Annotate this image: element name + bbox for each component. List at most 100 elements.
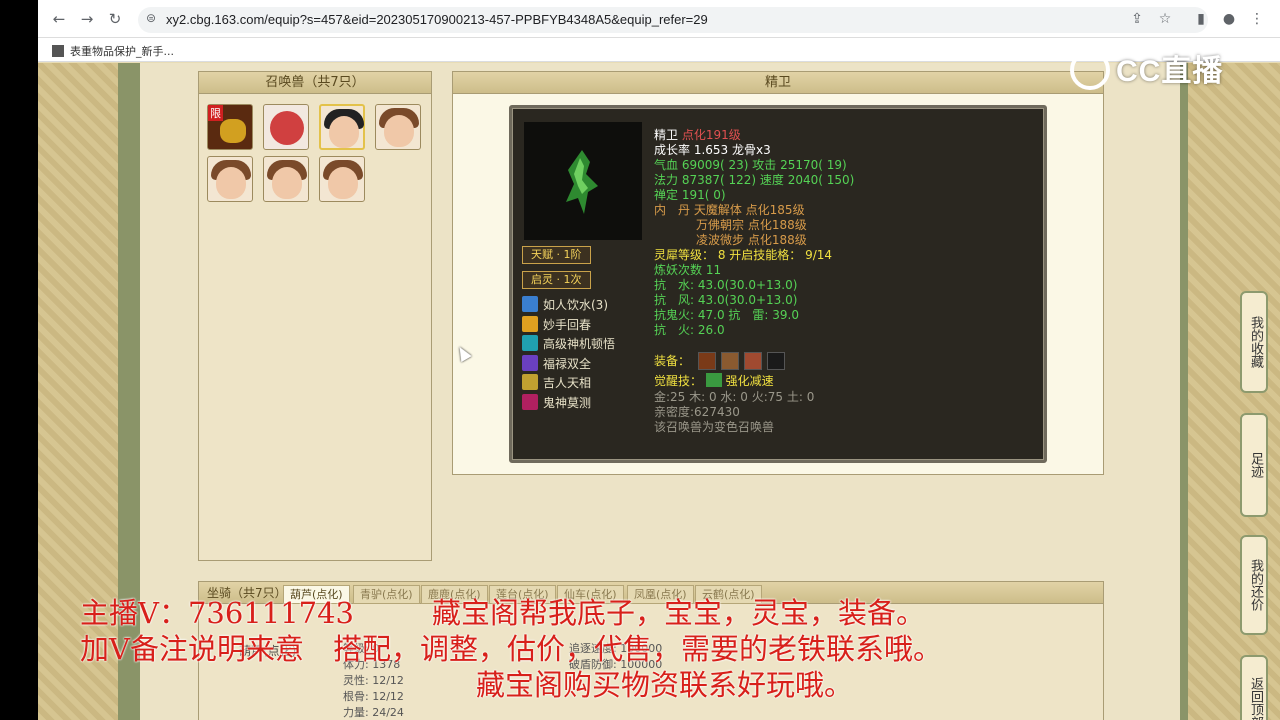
awaken-skill-icon: [705, 373, 722, 387]
menu-icon[interactable]: ⋮: [1248, 10, 1266, 28]
face-icon: [328, 167, 358, 199]
equip-label: 装备：: [654, 354, 691, 368]
equip-collar-icon[interactable]: [744, 352, 763, 370]
overlay-line3: 藏宝阁购买物资联系好玩哦。: [476, 668, 854, 702]
mp-spd-line: 法力 87387( 122) 速度 2040( 150): [654, 173, 854, 188]
skill-icon: [522, 354, 538, 371]
qiling-badge: 启灵 · 1次: [522, 271, 591, 289]
share-icon[interactable]: ⇪: [1128, 10, 1146, 28]
five-elements-line: 金:25 木: 0 水: 0 火:75 土: 0: [654, 390, 815, 404]
overlay-line1: 藏宝阁帮我底子，宝宝，灵宝，装备。: [432, 596, 926, 630]
skill-label: 吉人天相: [543, 376, 592, 391]
pet-thumb[interactable]: [207, 156, 253, 202]
forward-icon[interactable]: →: [78, 10, 96, 28]
hp-value: 气血 69009( 23): [654, 158, 749, 172]
pet-info-card: 天赋 · 1阶 启灵 · 1次 如人饮水(3) 妙手回春 高级神机顿悟 福禄双全吉人天…: [509, 105, 1047, 463]
sidepanel-icon[interactable]: ▮: [1192, 10, 1210, 28]
neidan-line-1: 内 丹 天魔解体 点化185级: [654, 203, 805, 218]
skill-label: 鬼神莫测: [543, 396, 592, 410]
mount-tab[interactable]: 青驴(点化): [353, 585, 420, 604]
face-icon: [272, 167, 302, 199]
back-icon[interactable]: ←: [50, 10, 68, 28]
pet-thumb[interactable]: [319, 156, 365, 202]
side-btn-offers[interactable]: 我的还价: [1240, 535, 1268, 635]
tianfu-badge: 天赋 · 1阶: [522, 246, 591, 264]
pet-thumb-selected[interactable]: [319, 104, 365, 150]
side-btn-history[interactable]: 足迹: [1240, 413, 1268, 517]
pet-thumb[interactable]: [263, 104, 309, 150]
cc-live-watermark: CC直播: [1070, 46, 1223, 90]
side-btn-top[interactable]: 返回顶部: [1240, 655, 1268, 720]
neidan-item: 天魔解体 点化185级: [693, 203, 805, 217]
pet-thumb[interactable]: [375, 104, 421, 150]
equip-ring-icon[interactable]: [698, 352, 716, 370]
skill-label: 福禄双全: [543, 356, 592, 371]
skill-item[interactable]: 高级神机顿悟: [522, 335, 615, 353]
pet-name: 精卫: [654, 128, 679, 142]
equip-armor-icon[interactable]: [721, 352, 740, 370]
awaken-line: 觉醒技： 强化减速: [654, 373, 774, 389]
skill-icon: [522, 374, 538, 391]
neidan-line-3: 凌波微步 点化188级: [696, 233, 807, 247]
skill-icon: [522, 335, 538, 352]
pet-detail-panel: 精卫 天赋 · 1阶 启灵 · 1次 如人饮水(3) 妙手回春 高级神机顿悟 福禄双全…: [452, 71, 1104, 475]
skill-item[interactable]: 鬼神莫测: [522, 394, 591, 412]
cc-logo-icon: [1070, 50, 1110, 90]
site-info-icon[interactable]: ⊜: [146, 11, 156, 25]
skill-label: 如人饮水(3): [543, 298, 608, 312]
lingxi-line: 灵犀等级： 8 开启技能格： 9/14: [654, 248, 833, 262]
detail-title: 精卫: [453, 72, 1103, 94]
neidan-line-2: 万佛朝宗 点化188级: [696, 218, 807, 232]
resist-line: 抗鬼火: 47.0 抗 雷: 39.0: [654, 308, 799, 322]
variant-line: 该召唤兽为变色召唤兽: [654, 420, 775, 434]
pet-list-title: 召唤兽（共7只）: [199, 72, 431, 94]
browser-toolbar: ← → ↻ ⊜ xy2.cbg.163.com/equip?s=457&eid=…: [38, 0, 1280, 38]
chan-line: 禅定 191( 0): [654, 188, 726, 202]
hp-atk-line: 气血 69009( 23) 攻击 25170( 19): [654, 158, 847, 173]
limit-badge: 限: [208, 105, 223, 121]
neidan-label: 内 丹: [654, 203, 691, 217]
resist-line: 抗 火: 26.0: [654, 323, 725, 337]
pet-list-panel: 召唤兽（共7只） 限: [198, 71, 432, 561]
intimacy-line: 亲密度:627430: [654, 405, 740, 419]
equip-slots: [698, 352, 786, 374]
lianyao-line: 炼妖次数 11: [654, 263, 722, 277]
skill-item[interactable]: 如人饮水(3): [522, 296, 608, 314]
equip-empty-icon: [767, 352, 786, 370]
skill-item[interactable]: 妙手回春: [522, 315, 591, 334]
face-icon: [384, 115, 414, 147]
mp-value: 法力 87387( 122): [654, 173, 757, 187]
face-icon: [216, 167, 246, 199]
growth-line: 成长率 1.653 龙骨x3: [654, 143, 771, 157]
profile-icon[interactable]: ●: [1220, 10, 1238, 28]
face-icon: [329, 116, 359, 148]
bookmark-label: 表重物品保护_新手...: [70, 45, 174, 58]
awaken-label: 觉醒技：: [654, 374, 703, 388]
skill-item[interactable]: 福禄双全: [522, 354, 592, 373]
resist-line: 抗 风: 43.0(30.0+13.0): [654, 293, 798, 307]
reload-icon[interactable]: ↻: [106, 10, 124, 28]
skill-icon: [522, 296, 538, 312]
skill-icon: [522, 315, 538, 332]
pet-dianhua: 点化191级: [681, 128, 741, 142]
pet-thumb[interactable]: 限: [207, 104, 253, 150]
url-text[interactable]: xy2.cbg.163.com/equip?s=457&eid=20230517…: [166, 12, 708, 27]
beast-icon: [270, 111, 304, 145]
bird-icon: [566, 150, 598, 214]
bookmark-item[interactable]: 表重物品保护_新手...: [52, 43, 174, 59]
watermark-text: CC直播: [1116, 55, 1224, 88]
side-btn-favorites[interactable]: 我的收藏: [1240, 291, 1268, 393]
awaken-skill: 强化减速: [725, 374, 774, 388]
pet-name-line: 精卫 点化191级: [654, 128, 741, 143]
pet-model-image: [524, 122, 642, 240]
dragon-icon: [220, 119, 246, 143]
address-bar[interactable]: ⊜ xy2.cbg.163.com/equip?s=457&eid=202305…: [138, 7, 1208, 33]
bookmark-favicon-icon: [52, 45, 64, 57]
star-icon[interactable]: ☆: [1156, 10, 1174, 28]
pet-thumb[interactable]: [263, 156, 309, 202]
overlay-line2: 加V备注说明来意 搭配，调整，估价，代售，需要的老铁联系哦。: [80, 632, 942, 666]
mount-stat: 根骨: 12/12: [343, 690, 404, 703]
spd-value: 速度 2040( 150): [759, 173, 855, 187]
skill-item[interactable]: 吉人天相: [522, 374, 591, 392]
overlay-contact: 主播V：736111743: [80, 596, 354, 630]
